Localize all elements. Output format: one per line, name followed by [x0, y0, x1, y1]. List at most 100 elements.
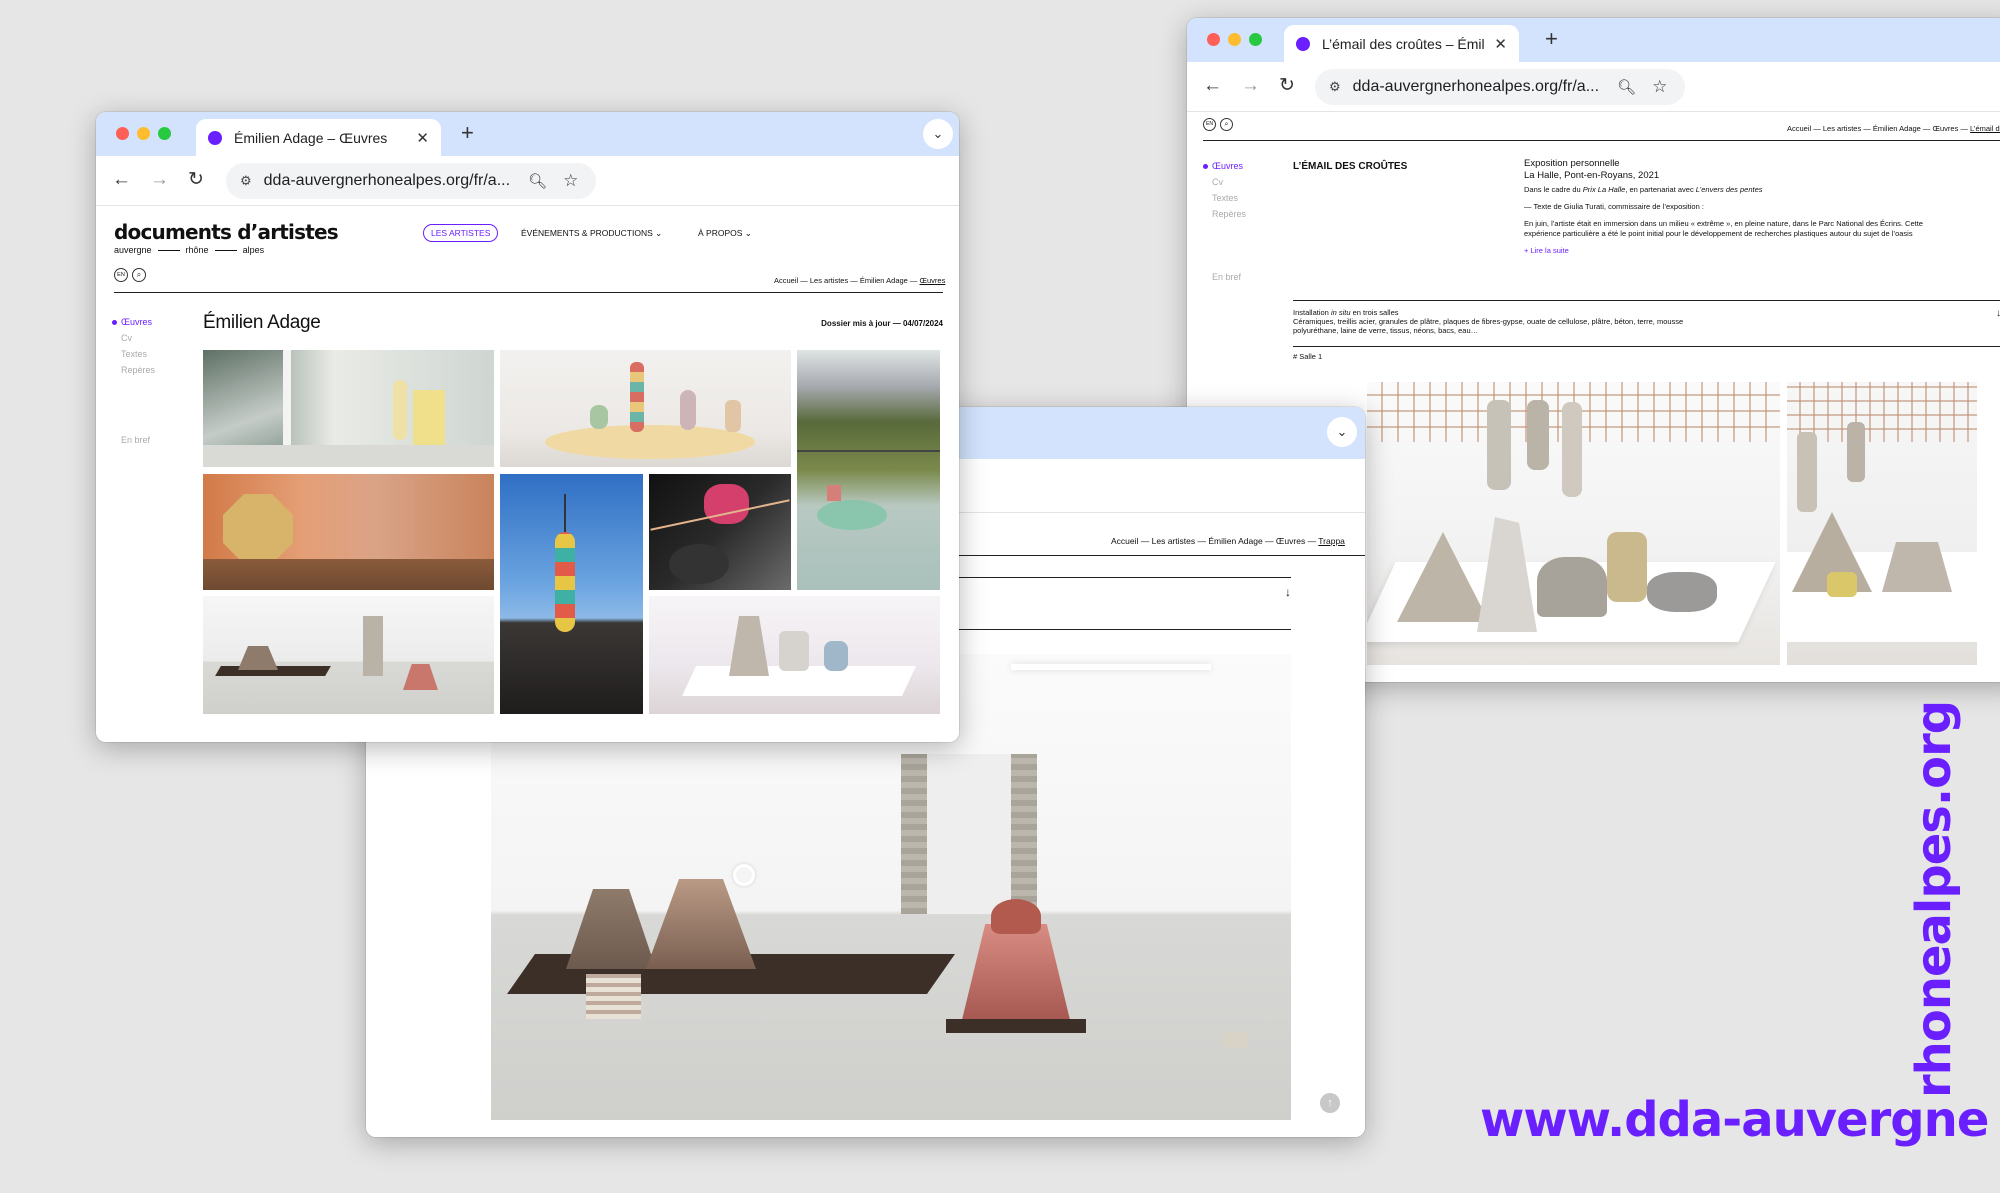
breadcrumb-item[interactable]: Accueil [774, 276, 798, 285]
reload-icon[interactable]: ↻ [1279, 75, 1295, 97]
url-text: dda-auvergnerhonealpes.org/fr/a... [263, 172, 511, 189]
page-content: documents d’artistes auvergne rhône alpes … [96, 206, 959, 742]
nav-item-reperes[interactable]: Repères [1203, 206, 1246, 222]
site-favicon-icon [208, 130, 222, 145]
browser-tab[interactable]: L’émail des croûtes – Émilien ✕ [1284, 25, 1519, 62]
tab-bar: L’émail des croûtes – Émilien ✕ + [1187, 18, 2000, 62]
breadcrumb: Accueil — Les artistes — Émilien Adage —… [1111, 536, 1345, 546]
url-text: dda-auvergnerhonealpes.org/fr/a... [1352, 78, 1600, 95]
exhibition-context: Dans le cadre du Prix La Halle, en parte… [1524, 185, 1763, 194]
website-url-watermark: www.dda-auvergne [1480, 1092, 1989, 1148]
work-title: L’ÉMAIL DES CROÛTES [1293, 161, 1408, 172]
artwork-thumbnail[interactable] [797, 350, 940, 590]
tab-search-chevron-icon[interactable]: ⌄ [1327, 417, 1357, 447]
nav-item-en-bref[interactable]: En bref [1203, 269, 1246, 285]
new-tab-icon[interactable]: + [461, 122, 474, 144]
artwork-thumbnail[interactable] [203, 350, 494, 467]
installation-photo[interactable] [1367, 382, 1780, 665]
reload-icon[interactable]: ↻ [188, 169, 204, 191]
nav-item-textes[interactable]: Textes [112, 346, 155, 362]
lang-toggle[interactable]: EN [1203, 118, 1216, 131]
lang-toggle[interactable]: EN [114, 268, 128, 282]
menu-evenements[interactable]: ÉVÉNEMENTS & PRODUCTIONS ⌄ [521, 228, 662, 239]
nav-item-textes[interactable]: Textes [1203, 190, 1246, 206]
back-arrow-icon[interactable]: ← [1203, 75, 1222, 97]
breadcrumb-item[interactable]: Les artistes [1152, 536, 1195, 546]
breadcrumb-item[interactable]: Émilien Adage [1873, 124, 1921, 133]
close-tab-icon[interactable]: ✕ [1494, 35, 1507, 53]
tab-title: L’émail des croûtes – Émilien [1322, 35, 1485, 52]
browser-tab[interactable]: Émilien Adage – Œuvres ✕ [196, 119, 441, 156]
active-dot-icon [112, 320, 117, 326]
nav-item-oeuvres[interactable]: Œuvres [112, 314, 155, 330]
installation-photo[interactable] [1787, 382, 1977, 665]
breadcrumb-item[interactable]: Émilien Adage [860, 276, 908, 285]
artwork-thumbnail[interactable] [500, 350, 791, 467]
search-icon[interactable]: ⌕ [132, 268, 146, 282]
active-dot-icon [1203, 164, 1208, 170]
chevron-down-icon: ⌄ [744, 228, 752, 238]
installation-info: Installation in situ en trois salles Cér… [1293, 308, 1723, 335]
breadcrumb-item[interactable]: Les artistes [1823, 124, 1861, 133]
exhibition-type: Exposition personnelle [1524, 158, 1620, 169]
nav-item-en-bref[interactable]: En bref [112, 432, 155, 448]
site-settings-icon[interactable]: ⚙ [240, 173, 252, 189]
breadcrumb-item[interactable]: Émilien Adage [1208, 536, 1262, 546]
menu-a-propos[interactable]: À PROPOS ⌄ [698, 228, 752, 239]
tab-title: Émilien Adage – Œuvres [234, 129, 388, 146]
scroll-to-top-icon[interactable]: ↑ [1320, 1093, 1340, 1113]
room-label: # Salle 1 [1293, 352, 1323, 361]
search-icon[interactable]: ⌕ [1220, 118, 1233, 131]
artwork-thumbnail[interactable] [649, 596, 940, 714]
breadcrumb-current: L’émail des [1970, 124, 2000, 133]
artist-name: Émilien Adage [203, 312, 321, 333]
expand-arrow-icon[interactable]: ↓ [1996, 308, 2000, 319]
nav-item-cv[interactable]: Cv [112, 330, 155, 346]
header-divider [1203, 140, 2000, 141]
tab-bar: Émilien Adage – Œuvres ✕ + ⌄ [96, 112, 959, 156]
text-body: En juin, l’artiste était en immersion da… [1524, 219, 1923, 238]
breadcrumb-item[interactable]: Accueil [1111, 536, 1138, 546]
nav-item-reperes[interactable]: Repères [112, 362, 155, 378]
breadcrumb-item[interactable]: Œuvres [1276, 536, 1305, 546]
bookmark-star-icon[interactable]: ☆ [563, 171, 578, 191]
artwork-thumbnail[interactable] [203, 596, 494, 714]
front-browser-window: Émilien Adage – Œuvres ✕ + ⌄ ← → ↻ ⚙ dda… [96, 112, 959, 742]
zoom-icon[interactable]: 🔍︎ [528, 172, 547, 190]
site-settings-icon[interactable]: ⚙ [1329, 79, 1341, 95]
zoom-icon[interactable]: 🔍︎ [1617, 78, 1636, 96]
expand-arrow-icon[interactable]: ↓ [1285, 585, 1291, 599]
address-bar[interactable]: ⚙ dda-auvergnerhonealpes.org/fr/a... 🔍︎ … [1315, 69, 1685, 105]
text-credit: — Texte de Giulia Turati, commissaire de… [1524, 202, 1704, 211]
breadcrumb-item[interactable]: Œuvres [1933, 124, 1959, 133]
browser-toolbar: ← → ↻ ⚙ dda-auvergnerhonealpes.org/fr/a.… [96, 156, 959, 206]
breadcrumb-item[interactable]: Les artistes [810, 276, 848, 285]
forward-arrow-icon[interactable]: → [1241, 75, 1260, 97]
site-favicon-icon [1296, 36, 1310, 51]
artwork-thumbnail[interactable] [649, 474, 791, 590]
section-divider [1293, 346, 2000, 347]
breadcrumb-item[interactable]: Accueil [1787, 124, 1811, 133]
menu-les-artistes[interactable]: LES ARTISTES [423, 224, 499, 242]
back-arrow-icon[interactable]: ← [112, 169, 131, 191]
artwork-thumbnail[interactable] [203, 474, 494, 590]
window-controls[interactable] [1207, 33, 1262, 46]
materials: Céramiques, treillis acier, granules de … [1293, 317, 1684, 335]
site-logo[interactable]: documents d’artistes auvergne rhône alpes [114, 220, 339, 255]
breadcrumb: Accueil — Les artistes — Émilien Adage —… [774, 276, 946, 285]
bookmark-star-icon[interactable]: ☆ [1652, 77, 1667, 97]
nav-item-oeuvres[interactable]: Œuvres [1203, 158, 1246, 174]
header-divider [114, 292, 943, 293]
forward-arrow-icon[interactable]: → [150, 169, 169, 191]
new-tab-icon[interactable]: + [1545, 28, 1558, 50]
chevron-down-icon: ⌄ [655, 228, 663, 238]
nav-item-cv[interactable]: Cv [1203, 174, 1246, 190]
website-url-watermark-vertical: rhonealpes.org [1906, 700, 1962, 1098]
address-bar[interactable]: ⚙ dda-auvergnerhonealpes.org/fr/a... 🔍︎ … [226, 163, 596, 199]
tab-search-chevron-icon[interactable]: ⌄ [923, 119, 953, 149]
section-divider [1293, 300, 2000, 301]
artwork-thumbnail[interactable] [500, 474, 643, 714]
window-controls[interactable] [116, 127, 171, 140]
read-more-link[interactable]: + Lire la suite [1524, 245, 1944, 257]
close-tab-icon[interactable]: ✕ [416, 129, 429, 147]
